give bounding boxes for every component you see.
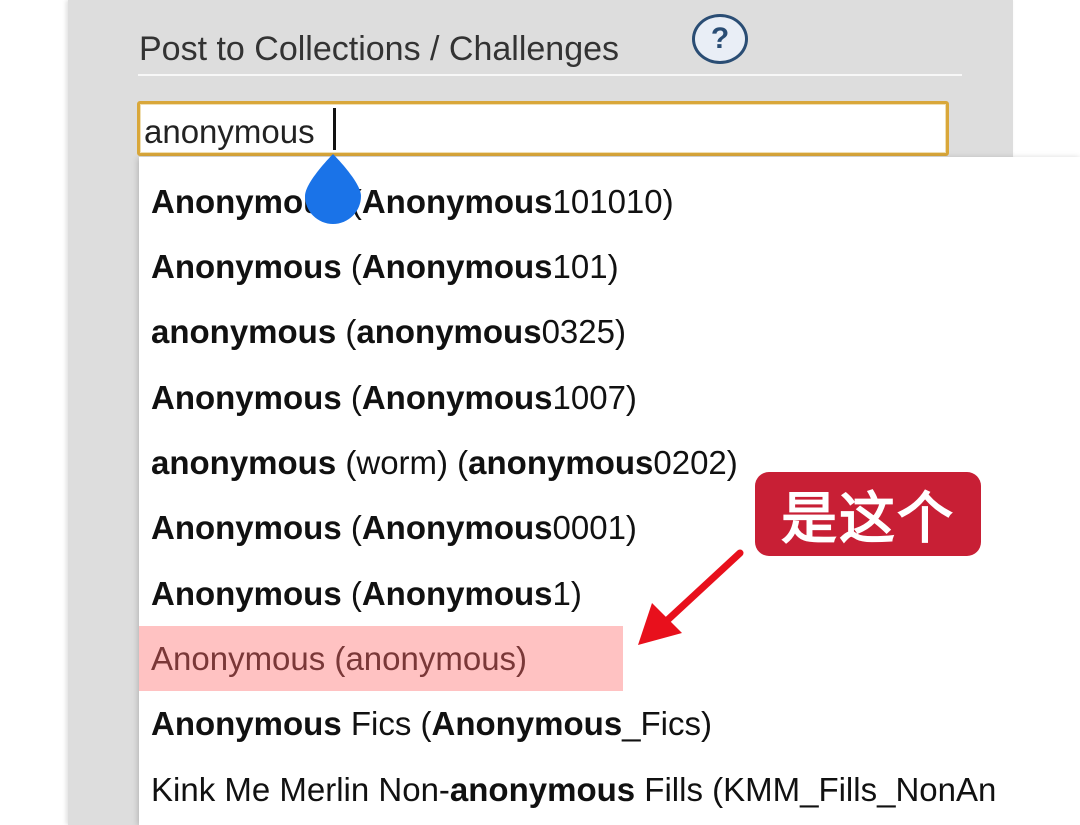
match-fragment: anonymous [151, 444, 337, 481]
autocomplete-option[interactable]: anonymous (anonymous0325) [139, 299, 1080, 364]
option-text-fragment: ( [341, 509, 362, 546]
option-text-fragment: (worm) ( [336, 444, 469, 481]
autocomplete-option[interactable]: Anonymous (Anonymous1007) [139, 365, 1080, 430]
match-fragment: anonymous [468, 444, 654, 481]
option-text-fragment: 101) [552, 248, 619, 285]
match-fragment: Anonymous [361, 509, 553, 546]
legend-divider [138, 74, 962, 76]
match-fragment: Anonymous [151, 705, 342, 742]
autocomplete-option-highlighted[interactable]: Anonymous (anonymous) [139, 626, 623, 691]
left-margin [0, 0, 68, 825]
match-fragment: Anonymous [361, 183, 553, 220]
collections-search-input[interactable]: anonymous [137, 101, 949, 156]
option-text-fragment: anonymous [345, 640, 517, 677]
option-text-fragment: ( [341, 248, 362, 285]
match-fragment: Anonymous [361, 575, 553, 612]
autocomplete-option[interactable]: Anonymous Fics (Anonymous_Fics) [139, 691, 1080, 756]
help-icon[interactable]: ? [692, 14, 748, 64]
option-text-fragment: 0325) [541, 313, 626, 350]
match-fragment: Anonymous [151, 379, 342, 416]
match-fragment: Anonymous [431, 705, 623, 742]
text-selection-handle-icon[interactable] [303, 152, 363, 224]
option-text-fragment: 0001) [552, 509, 637, 546]
option-text-fragment: Anonymous [151, 640, 326, 677]
match-fragment: anonymous [449, 771, 636, 808]
option-text-fragment: Fills (KMM_Fills_NonAn [635, 771, 997, 808]
autocomplete-option[interactable]: Anonymous (Anonymous101010) [139, 169, 1080, 234]
search-input-value: anonymous [144, 113, 315, 150]
match-fragment: Anonymous [361, 379, 553, 416]
match-fragment: Anonymous [151, 575, 342, 612]
option-text-fragment: 0202) [653, 444, 738, 481]
option-text-fragment: Fics ( [341, 705, 432, 742]
match-fragment: anonymous [151, 313, 337, 350]
match-fragment: Anonymous [361, 248, 553, 285]
option-text-fragment: ( [341, 575, 362, 612]
red-arrow-icon [638, 549, 744, 645]
annotation-callout: 是这个 [755, 472, 981, 556]
option-text-fragment: 1) [552, 575, 582, 612]
option-text-fragment: ( [341, 379, 362, 416]
option-text-fragment: ( [325, 640, 346, 677]
text-cursor [333, 108, 336, 150]
option-text-fragment: 1007) [552, 379, 637, 416]
option-text-fragment: 101010) [552, 183, 674, 220]
match-fragment: Anonymous [151, 248, 342, 285]
option-text-fragment: _Fics) [622, 705, 713, 742]
option-text-fragment: Kink Me Merlin Non- [151, 771, 450, 808]
collections-legend: Post to Collections / Challenges [139, 30, 620, 68]
match-fragment: Anonymous [151, 509, 342, 546]
autocomplete-option[interactable]: Anonymous (Anonymous101) [139, 234, 1080, 299]
option-text-fragment: ( [336, 313, 357, 350]
match-fragment: anonymous [356, 313, 542, 350]
option-text-fragment: ) [516, 640, 528, 677]
autocomplete-option[interactable]: Kink Me Merlin Non-anonymous Fills (KMM_… [139, 757, 1080, 822]
autocomplete-option[interactable]: Anonymous (Anonymous1) [139, 561, 1080, 626]
